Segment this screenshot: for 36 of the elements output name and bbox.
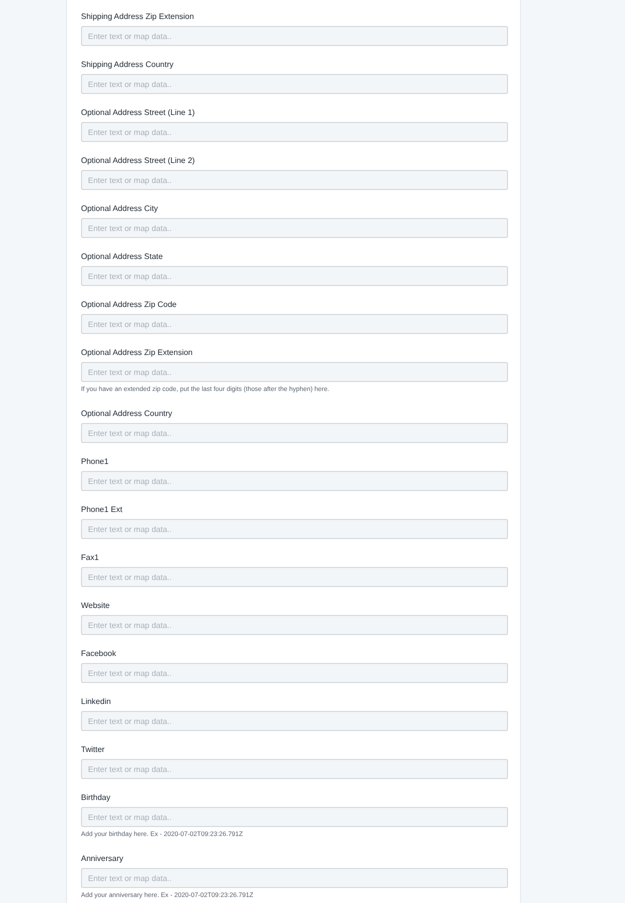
field-label: Optional Address Street (Line 1) — [81, 108, 196, 118]
input-field[interactable]: Enter text or map data.. — [81, 519, 508, 539]
input-field[interactable]: Enter text or map data.. — [81, 807, 508, 827]
field-label: Optional Address Country — [81, 409, 174, 419]
field-label: Optional Address Zip Code — [81, 300, 178, 310]
field-label: Optional Address Zip Extension — [81, 348, 194, 358]
field-label: Facebook — [81, 649, 118, 659]
field-label: Twitter — [81, 745, 106, 755]
field-label: Phone1 — [81, 457, 110, 467]
input-field[interactable]: Enter text or map data.. — [81, 122, 508, 142]
field-label: Optional Address Street (Line 2) — [81, 156, 196, 166]
input-field[interactable]: Enter text or map data.. — [81, 868, 508, 888]
field-label: Anniversary — [81, 854, 124, 864]
field-label: Optional Address City — [81, 204, 159, 214]
field-label: Optional Address State — [81, 252, 164, 262]
input-field[interactable]: Enter text or map data.. — [81, 615, 508, 635]
input-field[interactable]: Enter text or map data.. — [81, 663, 508, 683]
input-field[interactable]: Enter text or map data.. — [81, 471, 508, 491]
field-label: Phone1 Ext — [81, 505, 124, 515]
input-field[interactable]: Enter text or map data.. — [81, 423, 508, 443]
input-field[interactable]: Enter text or map data.. — [81, 314, 508, 334]
field-label: Linkedin — [81, 697, 112, 707]
input-field[interactable]: Enter text or map data.. — [81, 74, 508, 94]
input-field[interactable]: Enter text or map data.. — [81, 218, 508, 238]
input-field[interactable]: Enter text or map data.. — [81, 26, 508, 46]
field-label: Fax1 — [81, 553, 100, 563]
input-field[interactable]: Enter text or map data.. — [81, 170, 508, 190]
input-field[interactable]: Enter text or map data.. — [81, 711, 508, 731]
field-label: Shipping Address Country — [81, 60, 174, 70]
input-field[interactable]: Enter text or map data.. — [81, 362, 508, 382]
field-label: Birthday — [81, 793, 112, 803]
field-label: Website — [81, 601, 111, 611]
input-field[interactable]: Enter text or map data.. — [81, 567, 508, 587]
input-field[interactable]: Enter text or map data.. — [81, 266, 508, 286]
field-label: Shipping Address Zip Extension — [81, 12, 195, 22]
input-field[interactable]: Enter text or map data.. — [81, 759, 508, 779]
